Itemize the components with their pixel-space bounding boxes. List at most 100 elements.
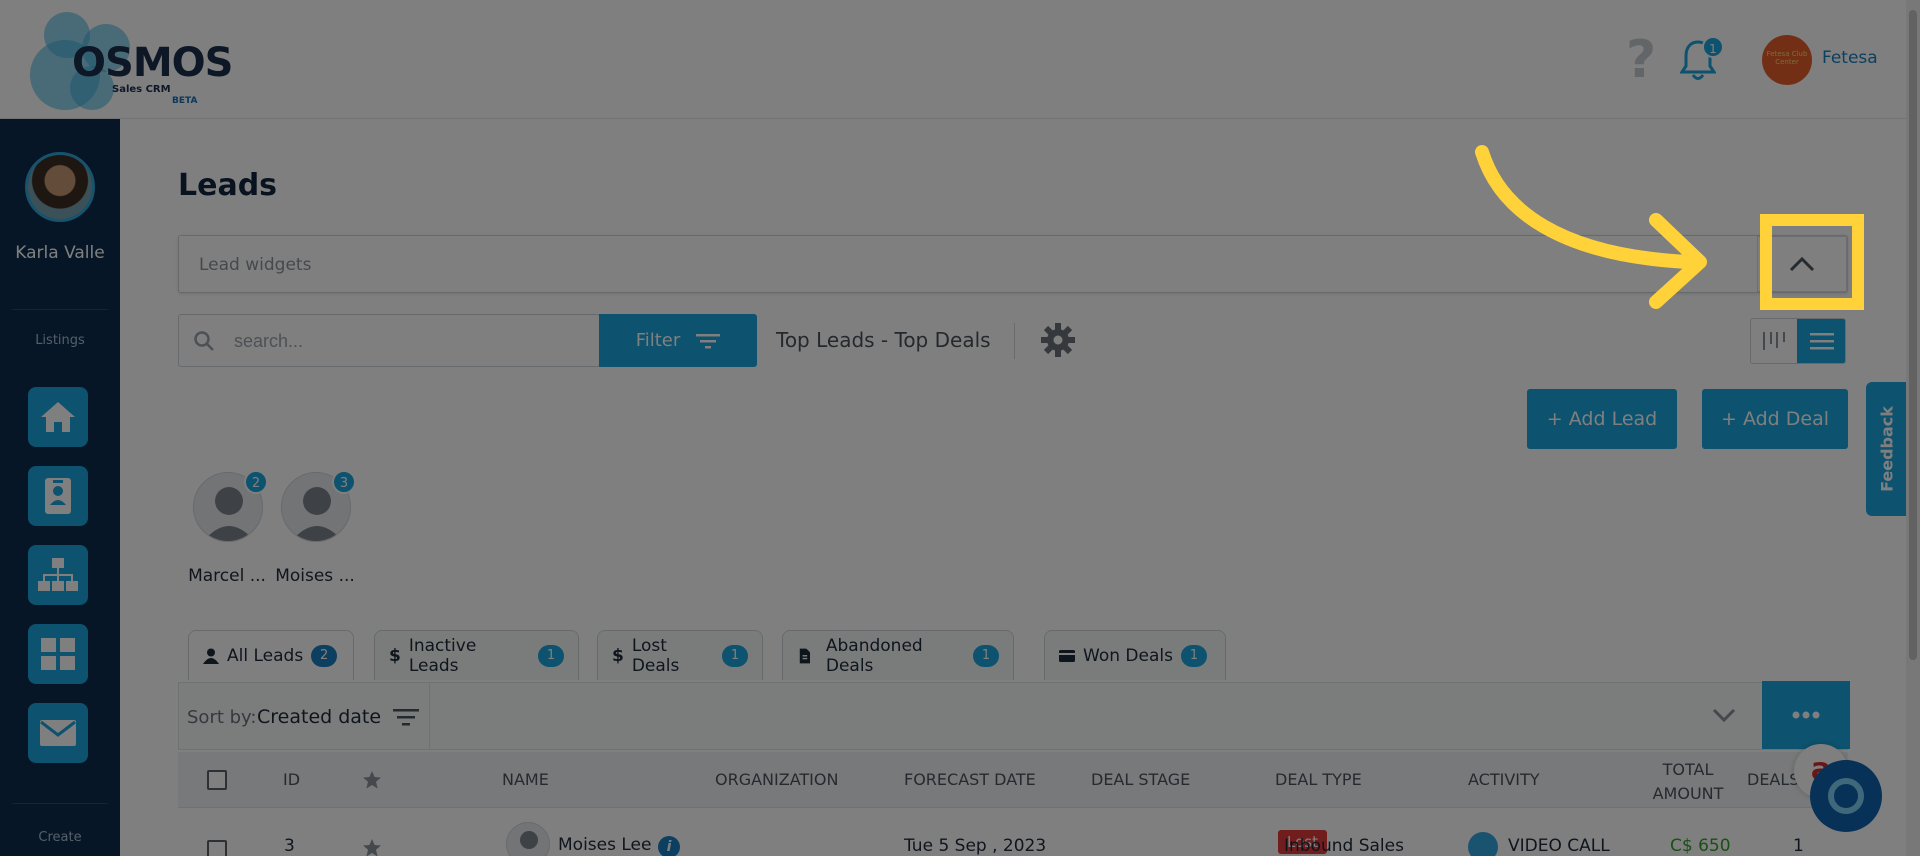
sort-icon[interactable] xyxy=(393,707,419,727)
person-icon xyxy=(203,648,219,664)
feedback-tab[interactable]: Feedback xyxy=(1866,382,1908,516)
column-header-id[interactable]: ID xyxy=(283,770,300,789)
tab-count: 1 xyxy=(722,644,748,667)
row-checkbox[interactable] xyxy=(207,840,227,856)
logo-beta: BETA xyxy=(172,96,198,106)
add-lead-button[interactable]: + Add Lead xyxy=(1527,389,1677,449)
ellipsis-icon xyxy=(1792,711,1820,719)
sort-value[interactable]: Created date xyxy=(257,706,381,728)
feedback-label: Feedback xyxy=(1877,406,1897,492)
column-header-total-amount[interactable]: TOTAL AMOUNT xyxy=(1650,758,1726,806)
dollar-icon: $ xyxy=(389,645,401,666)
chat-widget-button[interactable] xyxy=(1810,760,1882,832)
star-icon[interactable] xyxy=(362,838,382,856)
column-header-deal-type[interactable]: DEAL TYPE xyxy=(1275,770,1362,789)
cell-name[interactable]: Moises Lee xyxy=(558,835,651,855)
column-header-deal-stage[interactable]: DEAL STAGE xyxy=(1091,770,1190,789)
tab-count: 2 xyxy=(311,644,338,667)
table-row[interactable]: 3 Moises Lee i Tue 5 Sep , 2023 Lost Inb… xyxy=(178,808,1848,856)
select-all-checkbox[interactable] xyxy=(207,770,227,790)
owner-count-badge: 3 xyxy=(332,470,356,494)
sidebar-item-contacts[interactable] xyxy=(28,466,88,526)
info-icon[interactable]: i xyxy=(658,836,680,856)
view-toggle xyxy=(1750,318,1846,364)
cell-total-amount: C$ 650 xyxy=(1670,836,1731,856)
sidebar-item-organization[interactable] xyxy=(28,545,88,605)
dashboard-grid-icon xyxy=(41,638,75,670)
company-logo-text: Fetesa Club Center xyxy=(1766,50,1808,66)
cell-activity: VIDEO CALL xyxy=(1508,836,1610,856)
kanban-view-button[interactable] xyxy=(1751,319,1797,363)
sidebar-divider xyxy=(12,309,108,310)
question-icon[interactable]: ? xyxy=(1626,34,1656,86)
column-header-deals[interactable]: DEALS xyxy=(1747,770,1799,789)
sidebar-item-mail[interactable] xyxy=(28,703,88,763)
dollar-icon: $ xyxy=(612,645,624,666)
tab-lost-deals[interactable]: $ Lost Deals 1 xyxy=(597,630,763,680)
user-name: Karla Valle xyxy=(15,243,105,263)
tab-inactive-leads[interactable]: $ Inactive Leads 1 xyxy=(374,630,579,680)
column-header-activity[interactable]: ACTIVITY xyxy=(1468,770,1540,789)
sidebar-item-home[interactable] xyxy=(28,387,88,447)
search-box xyxy=(178,314,600,367)
filter-label: Filter xyxy=(635,330,681,351)
osmos-logo[interactable]: OSMOS Sales CRM BETA xyxy=(30,10,233,110)
filter-button[interactable]: Filter xyxy=(599,314,757,367)
lead-avatar xyxy=(506,822,550,856)
chat-icon xyxy=(1828,778,1864,814)
tutorial-arrow-icon xyxy=(1475,145,1707,309)
more-options-button[interactable] xyxy=(1762,681,1850,749)
lead-widgets-label: Lead widgets xyxy=(199,255,312,275)
user-avatar[interactable] xyxy=(25,152,95,222)
tab-abandoned-deals[interactable]: Abandoned Deals 1 xyxy=(782,630,1014,680)
cell-deal-type: Inbound Sales xyxy=(1284,836,1404,856)
column-header-name[interactable]: NAME xyxy=(502,770,549,789)
search-input[interactable] xyxy=(234,325,584,357)
list-icon xyxy=(1810,333,1834,350)
column-header-organization[interactable]: ORGANIZATION xyxy=(715,770,838,789)
kanban-icon xyxy=(1763,332,1785,350)
tab-count: 1 xyxy=(973,644,999,667)
tab-all-leads[interactable]: All Leads 2 xyxy=(188,630,354,680)
tab-won-deals[interactable]: Won Deals 1 xyxy=(1044,630,1226,680)
column-header-forecast-date[interactable]: FORECAST DATE xyxy=(904,770,1036,789)
tab-count: 1 xyxy=(538,644,564,667)
table-header: ID NAME ORGANIZATION FORECAST DATE DEAL … xyxy=(178,752,1848,808)
header-line: TOTAL xyxy=(1662,760,1714,779)
sidebar-item-dashboard[interactable] xyxy=(28,624,88,684)
cell-forecast-date: Tue 5 Sep , 2023 xyxy=(904,836,1047,856)
sort-bar: Sort by: Created date xyxy=(178,681,1850,750)
contacts-icon xyxy=(45,478,71,514)
chevron-down-icon[interactable] xyxy=(1711,705,1737,725)
separator xyxy=(1014,323,1015,359)
owner-name: Marcel ... xyxy=(188,566,266,586)
filter-icon xyxy=(696,333,721,348)
star-icon[interactable] xyxy=(362,770,382,790)
sort-label: Sort by: xyxy=(187,707,257,728)
mail-icon xyxy=(40,720,76,746)
home-icon xyxy=(41,402,75,432)
org-chart-icon xyxy=(38,558,78,591)
search-icon xyxy=(194,331,214,351)
scrollbar-thumb[interactable] xyxy=(1909,10,1917,660)
company-avatar[interactable]: Fetesa Club Center xyxy=(1762,35,1812,85)
tab-label: Inactive Leads xyxy=(408,635,477,676)
tutorial-highlight-box xyxy=(1760,214,1864,310)
page-title: Leads xyxy=(178,168,278,203)
sidebar-section-listings: Listings xyxy=(35,333,85,348)
top-leads-link[interactable]: Top Leads - Top Deals xyxy=(776,328,991,352)
list-view-button[interactable] xyxy=(1797,319,1845,363)
tab-label: Abandoned Deals xyxy=(825,635,923,676)
scrollbar[interactable] xyxy=(1906,0,1920,856)
add-deal-button[interactable]: + Add Deal xyxy=(1702,389,1848,449)
gear-icon[interactable] xyxy=(1040,322,1076,358)
tab-label: All Leads xyxy=(227,645,304,666)
owner-count-badge: 2 xyxy=(244,470,268,494)
notification-badge: 1 xyxy=(1702,36,1724,58)
company-name[interactable]: Fetesa xyxy=(1822,48,1878,68)
tab-label: Won Deals xyxy=(1083,645,1173,666)
top-bar: OSMOS Sales CRM BETA ? 1 Fetesa Club Cen… xyxy=(0,0,1920,119)
card-icon xyxy=(1059,649,1075,662)
video-call-icon xyxy=(1468,832,1498,856)
cell-deals: 1 xyxy=(1793,836,1804,856)
